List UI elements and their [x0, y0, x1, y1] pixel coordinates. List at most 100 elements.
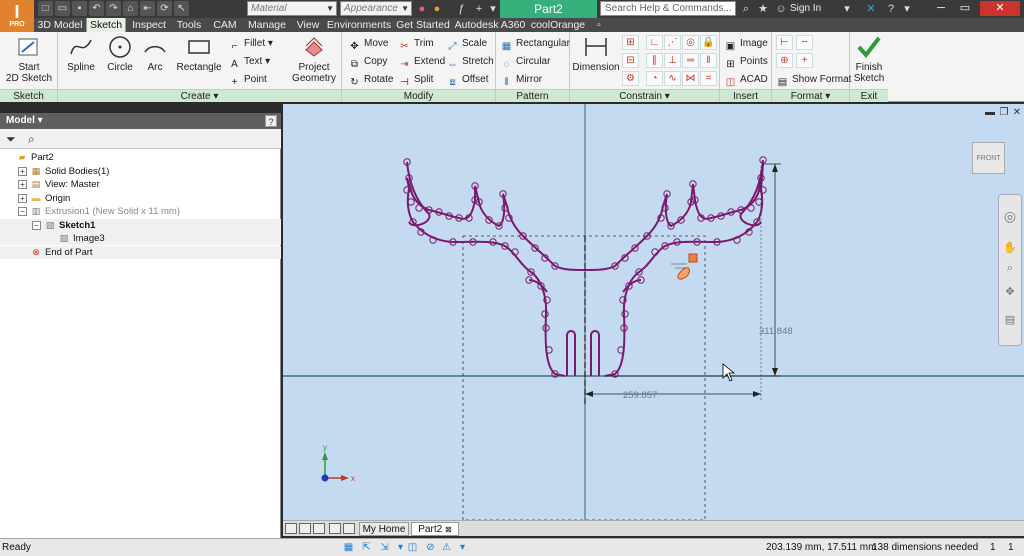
select-icon[interactable]: ↖: [174, 1, 189, 16]
parameters-icon[interactable]: ƒ: [454, 2, 468, 16]
viewcube[interactable]: FRONT: [972, 142, 1005, 174]
help-icon[interactable]: ?: [884, 2, 898, 16]
text-button[interactable]: A Text ▾: [228, 54, 270, 70]
undo-icon[interactable]: ↶: [89, 1, 104, 16]
viewport-restore-icon[interactable]: ❐: [998, 107, 1010, 119]
parallel-constraint-icon[interactable]: ∥: [646, 53, 663, 68]
perpendicular-constraint-icon[interactable]: ⊥: [664, 53, 681, 68]
insert-acad-button[interactable]: ◫ ACAD: [724, 72, 768, 88]
tree-node[interactable]: ▨ Image3: [0, 232, 281, 245]
tangent-constraint-icon[interactable]: ◔: [646, 71, 663, 86]
vertical-dimension[interactable]: 311.848: [605, 163, 793, 377]
image-frame[interactable]: [462, 235, 706, 520]
extend-button[interactable]: ⇥ Extend: [398, 54, 445, 70]
pan-icon[interactable]: ✋: [1003, 241, 1017, 255]
tree-node[interactable]: ⊗ End of Part: [0, 245, 281, 259]
tab-3d-model[interactable]: 3D Model: [36, 18, 84, 32]
sketch-point[interactable]: [415, 204, 423, 212]
ribbon-minimize-icon[interactable]: ▫: [592, 18, 606, 32]
construction-icon[interactable]: ⊢: [776, 35, 793, 50]
tab-cam[interactable]: CAM: [208, 18, 242, 32]
status-infer-icon[interactable]: ⊘: [424, 541, 437, 554]
fix-constraint-icon[interactable]: 🔒: [700, 35, 717, 50]
scale-button[interactable]: ⤢ Scale: [446, 36, 488, 52]
stretch-button[interactable]: ⇔ Stretch: [446, 54, 494, 70]
favorites-star-icon[interactable]: ★: [756, 2, 770, 16]
insert-image-button[interactable]: ▣ Image: [724, 36, 768, 52]
circular-pattern-button[interactable]: ◌ Circular: [500, 54, 551, 70]
orbit-icon[interactable]: ✥: [1003, 285, 1017, 299]
status-dimension-icon[interactable]: ⇱: [360, 541, 373, 554]
exchange-apps-icon[interactable]: ✕: [864, 2, 878, 16]
tab-my-home[interactable]: My Home: [359, 522, 409, 536]
auto-dimension-icon[interactable]: ⊞: [622, 35, 639, 50]
tab-close-icon[interactable]: ⊠: [445, 525, 452, 534]
home-icon[interactable]: ⌂: [123, 1, 138, 16]
redo-icon[interactable]: ↷: [106, 1, 121, 16]
offset-button[interactable]: ⧈ Offset: [446, 72, 488, 88]
close-icon[interactable]: ✕: [980, 1, 1020, 16]
split-button[interactable]: ⊣ Split: [398, 72, 433, 88]
fillet-button[interactable]: ⌐ Fillet ▾: [228, 36, 273, 52]
tree-node[interactable]: ▰ Part2: [0, 151, 281, 164]
list-windows-icon[interactable]: [343, 523, 355, 534]
circle-button[interactable]: Circle: [103, 34, 137, 73]
trim-button[interactable]: ✂ Trim: [398, 36, 433, 52]
browser-help-button[interactable]: ?: [265, 115, 277, 127]
user-icon[interactable]: ☺: [774, 2, 788, 16]
browser-title[interactable]: Model ▾: [0, 113, 281, 129]
save-icon[interactable]: ▪: [72, 1, 87, 16]
return-icon[interactable]: ⇤: [140, 1, 155, 16]
expand-node-icon[interactable]: +: [18, 166, 27, 176]
start-2d-sketch-button[interactable]: Start 2D Sketch: [4, 34, 54, 84]
mirror-button[interactable]: ⫴ Mirror: [500, 72, 542, 88]
equal-constraint-icon[interactable]: =: [700, 71, 717, 86]
tab-inspect[interactable]: Inspect: [128, 18, 170, 32]
horizontal-dimension-value[interactable]: 259.857: [623, 390, 657, 401]
tab-tools[interactable]: Tools: [172, 18, 206, 32]
tab-view[interactable]: View: [292, 18, 324, 32]
graphics-window[interactable]: 311.848 259.857 y x: [283, 104, 1024, 520]
concentric-constraint-icon[interactable]: ◎: [682, 35, 699, 50]
tab-environments[interactable]: Environments: [326, 18, 392, 32]
help-search-input[interactable]: Search Help & Commands...: [600, 1, 736, 16]
customize-qat-icon[interactable]: ▾: [486, 2, 500, 16]
horizontal-constraint-icon[interactable]: ═: [682, 53, 699, 68]
zoom-icon[interactable]: ⌕: [1003, 261, 1017, 275]
status-display-icon[interactable]: ⇲: [378, 541, 391, 554]
help-chevron-down-icon[interactable]: ▾: [900, 2, 914, 16]
appearance-ball-icon[interactable]: ●: [415, 2, 429, 16]
smooth-constraint-icon[interactable]: ∿: [664, 71, 681, 86]
status-grid-icon[interactable]: ◫: [406, 541, 419, 554]
status-constraint-icon[interactable]: ▦: [342, 541, 355, 554]
centerline-icon[interactable]: ╌: [796, 35, 813, 50]
look-at-icon[interactable]: ▤: [1003, 313, 1017, 327]
rectangular-pattern-button[interactable]: ▦ Rectangular: [500, 36, 570, 52]
minimize-icon[interactable]: ─: [930, 1, 952, 16]
sketch-point[interactable]: [747, 204, 755, 212]
coincident-constraint-icon[interactable]: ∟: [646, 35, 663, 50]
constraint-settings-icon[interactable]: ⚙: [622, 71, 639, 86]
tree-node[interactable]: + ▬ Origin: [0, 192, 281, 205]
insert-points-button[interactable]: ⊞ Points: [724, 54, 768, 70]
vertical-dimension-value[interactable]: 311.848: [759, 326, 793, 337]
tree-node[interactable]: + ▤ View: Master: [0, 178, 281, 191]
project-geometry-button[interactable]: Project Geometry: [290, 34, 338, 84]
application-menu-button[interactable]: I PRO: [0, 0, 34, 32]
center-point-icon[interactable]: ⊕: [776, 53, 793, 68]
spline-button[interactable]: Spline: [64, 34, 98, 73]
horizontal-dimension[interactable]: 259.857: [584, 166, 762, 401]
update-icon[interactable]: ⟳: [157, 1, 172, 16]
tab-autodesk-a360[interactable]: Autodesk A360: [454, 18, 526, 32]
open-icon[interactable]: ▭: [55, 1, 70, 16]
find-binoculars-icon[interactable]: ⌕: [28, 132, 35, 147]
sign-in-link[interactable]: Sign In: [790, 3, 821, 14]
vertical-constraint-icon[interactable]: ‖: [700, 53, 717, 68]
material-dropdown[interactable]: Material ▼: [247, 1, 337, 16]
tree-node[interactable]: − ▥ Extrusion1 (New Solid x 11 mm): [0, 205, 281, 218]
viewport-minimize-icon[interactable]: ▬: [984, 107, 996, 119]
symmetric-constraint-icon[interactable]: ⋈: [682, 71, 699, 86]
show-constraints-icon[interactable]: ⊟: [622, 53, 639, 68]
show-format-button[interactable]: ▤ Show Format: [776, 72, 852, 88]
maximize-icon[interactable]: ▭: [954, 1, 976, 16]
